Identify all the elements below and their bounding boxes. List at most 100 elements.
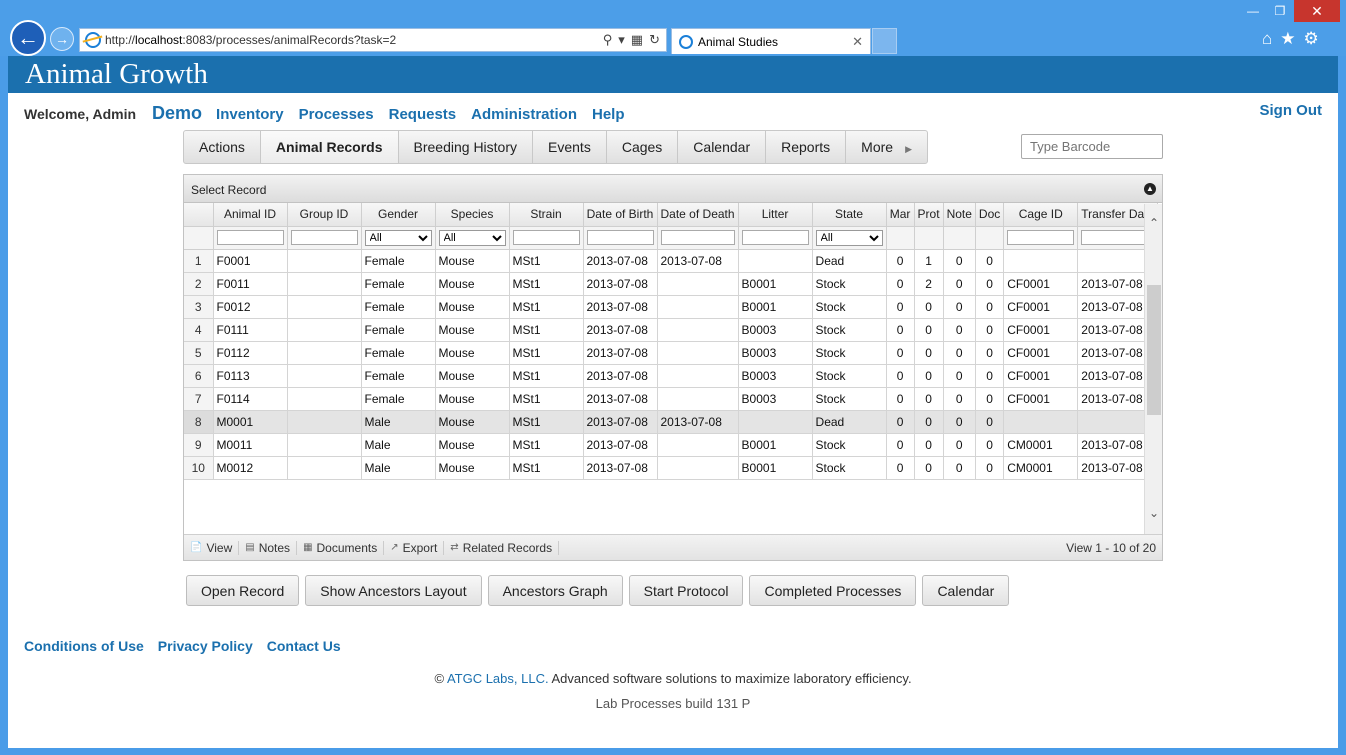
- ancestors-graph-button[interactable]: Ancestors Graph: [487, 575, 623, 606]
- table-row[interactable]: 10 M0012 Male Mouse MSt1 2013-07-08 B0001 Stock…: [184, 456, 1159, 480]
- show-ancestors-layout-button[interactable]: Show Ancestors Layout: [305, 575, 482, 606]
- table-cell: M0011: [213, 433, 288, 457]
- tab-breeding-history[interactable]: Breeding History: [399, 131, 534, 163]
- col-cage-id[interactable]: Cage ID: [1003, 203, 1079, 227]
- col-state[interactable]: State: [812, 203, 887, 227]
- table-row[interactable]: 8 M0001 Male Mouse MSt1 2013-07-08 2013-07-08 D…: [184, 410, 1159, 434]
- url-text[interactable]: http://localhost:8083/processes/animalRe…: [105, 33, 603, 47]
- address-bar[interactable]: http://localhost:8083/processes/animalRe…: [79, 28, 667, 52]
- forward-arrow-icon[interactable]: →: [50, 27, 74, 51]
- nav-processes[interactable]: Processes: [299, 106, 374, 123]
- favorites-star-icon[interactable]: ★: [1280, 29, 1295, 49]
- table-cell: Dead: [812, 410, 887, 434]
- table-row[interactable]: 6 F0113 Female Mouse MSt1 2013-07-08 B0003 Stoc…: [184, 364, 1159, 388]
- scroll-down-icon[interactable]: ⌄: [1145, 506, 1163, 520]
- tab-cages[interactable]: Cages: [607, 131, 679, 163]
- filter-animal-id[interactable]: [216, 230, 284, 246]
- filter-strain[interactable]: [512, 230, 580, 246]
- calendar-button[interactable]: Calendar: [922, 575, 1010, 606]
- minimize-icon[interactable]: —: [1240, 0, 1266, 22]
- col-group-id[interactable]: Group ID: [287, 203, 362, 227]
- close-tab-icon[interactable]: ✕: [852, 34, 863, 50]
- col-prot[interactable]: Prot: [914, 203, 944, 227]
- table-row[interactable]: 7 F0114 Female Mouse MSt1 2013-07-08 B0003 Stoc…: [184, 387, 1159, 411]
- start-protocol-button[interactable]: Start Protocol: [628, 575, 744, 606]
- table-row[interactable]: 3 F0012 Female Mouse MSt1 2013-07-08 B0001 Stoc…: [184, 295, 1159, 319]
- col-date-of-death[interactable]: Date of Death: [657, 203, 739, 227]
- demo-link[interactable]: Demo: [152, 103, 202, 124]
- nav-administration[interactable]: Administration: [471, 106, 577, 123]
- filter-state[interactable]: All: [815, 229, 883, 246]
- table-cell: Female: [361, 364, 436, 388]
- completed-processes-button[interactable]: Completed Processes: [749, 575, 917, 606]
- home-icon[interactable]: ⌂: [1262, 29, 1272, 49]
- filter-date-of-birth[interactable]: [586, 230, 654, 246]
- filter-group-id[interactable]: [290, 230, 358, 246]
- table-row[interactable]: 4 F0111 Female Mouse MSt1 2013-07-08 B0003 Stoc…: [184, 318, 1159, 342]
- row-number: 4: [184, 318, 214, 342]
- col-mar[interactable]: Mar: [886, 203, 915, 227]
- table-cell: Stock: [812, 456, 887, 480]
- table-cell: Stock: [812, 272, 887, 296]
- col-litter[interactable]: Litter: [738, 203, 813, 227]
- back-arrow-icon[interactable]: ←: [10, 20, 46, 56]
- table-row[interactable]: 1 F0001 Female Mouse MSt1 2013-07-08 2013-07-0…: [184, 249, 1159, 273]
- new-tab-button[interactable]: [872, 28, 897, 54]
- filter-cage-id[interactable]: [1007, 230, 1075, 246]
- table-cell: 0: [975, 433, 1005, 457]
- filter-species[interactable]: All: [438, 229, 506, 246]
- gear-icon[interactable]: ⚙: [1304, 29, 1319, 49]
- table-cell: Male: [361, 456, 436, 480]
- table-row[interactable]: 5 F0112 Female Mouse MSt1 2013-07-08 B0003 Stoc…: [184, 341, 1159, 365]
- tab-events[interactable]: Events: [533, 131, 607, 163]
- table-cell: 0: [886, 364, 915, 388]
- table-row[interactable]: 9 M0011 Male Mouse MSt1 2013-07-08 B0001 Stock 0…: [184, 433, 1159, 457]
- col-gender[interactable]: Gender: [361, 203, 436, 227]
- company-link[interactable]: ATGC Labs, LLC.: [447, 671, 549, 686]
- nav-inventory[interactable]: Inventory: [216, 106, 284, 123]
- col-date-of-birth[interactable]: Date of Birth: [583, 203, 658, 227]
- browser-tab[interactable]: Animal Studies ✕: [671, 28, 871, 54]
- tab-more[interactable]: More ▶: [846, 131, 927, 163]
- contact-us-link[interactable]: Contact Us: [267, 638, 341, 654]
- collapse-icon[interactable]: ▲: [1144, 183, 1156, 195]
- scroll-thumb[interactable]: [1147, 285, 1161, 415]
- table-row[interactable]: 2 F0011 Female Mouse MSt1 2013-07-08 B0001 Stoc…: [184, 272, 1159, 296]
- table-cell: 0: [886, 318, 915, 342]
- table-cell: Female: [361, 387, 436, 411]
- tab-animal-records[interactable]: Animal Records: [260, 131, 399, 163]
- nav-requests[interactable]: Requests: [389, 106, 457, 123]
- sign-out-link[interactable]: Sign Out: [1260, 102, 1323, 119]
- grid-caption: Select Record ▲: [184, 175, 1162, 203]
- dropdown-icon[interactable]: ▾: [618, 32, 625, 48]
- privacy-policy-link[interactable]: Privacy Policy: [158, 638, 253, 654]
- documents-button[interactable]: ▦ Documents: [297, 540, 385, 555]
- open-record-button[interactable]: Open Record: [186, 575, 300, 606]
- col-strain[interactable]: Strain: [509, 203, 584, 227]
- search-icon[interactable]: ⚲: [603, 32, 613, 48]
- col-doc[interactable]: Doc: [975, 203, 1005, 227]
- filter-litter[interactable]: [741, 230, 809, 246]
- refresh-icon[interactable]: ↻: [649, 32, 660, 48]
- maximize-icon[interactable]: ❐: [1267, 0, 1293, 22]
- col-note[interactable]: Note: [943, 203, 976, 227]
- row-number: 1: [184, 249, 214, 273]
- scroll-up-icon[interactable]: ⌃: [1145, 216, 1163, 230]
- close-window-icon[interactable]: ✕: [1294, 0, 1340, 22]
- filter-gender[interactable]: All: [364, 229, 432, 246]
- filter-date-of-death[interactable]: [660, 230, 735, 246]
- vertical-scrollbar[interactable]: ⌃ ⌄: [1144, 204, 1162, 535]
- col-species[interactable]: Species: [435, 203, 510, 227]
- compat-view-icon[interactable]: ▦: [631, 32, 643, 48]
- tab-reports[interactable]: Reports: [766, 131, 847, 163]
- related-records-button[interactable]: ⇄ Related Records: [444, 540, 560, 555]
- nav-help[interactable]: Help: [592, 106, 625, 123]
- view-button[interactable]: 📄 View: [184, 540, 240, 555]
- col-animal-id[interactable]: Animal ID: [213, 203, 288, 227]
- tab-actions[interactable]: Actions: [184, 131, 261, 163]
- notes-button[interactable]: ▤ Notes: [239, 540, 298, 555]
- tab-calendar[interactable]: Calendar: [678, 131, 767, 163]
- barcode-input[interactable]: [1021, 134, 1163, 159]
- conditions-of-use-link[interactable]: Conditions of Use: [24, 638, 144, 654]
- export-button[interactable]: ↗ Export: [384, 540, 445, 555]
